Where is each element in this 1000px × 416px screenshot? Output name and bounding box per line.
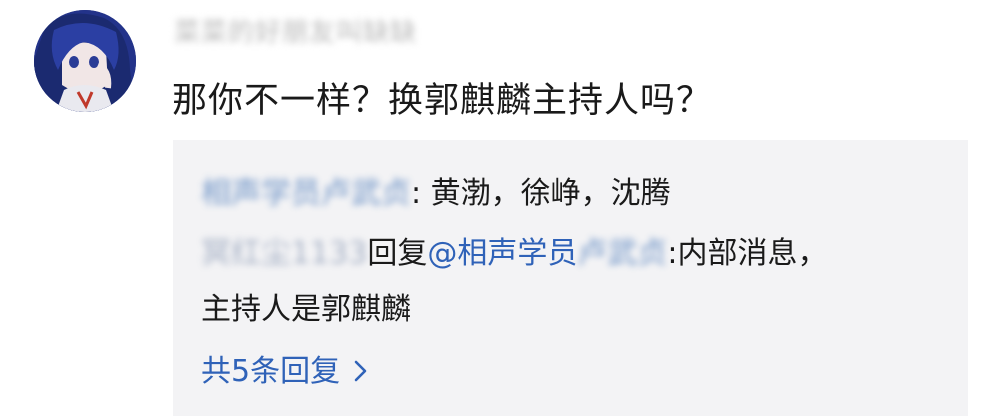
reply-separator: : — [411, 176, 422, 211]
reply-author[interactable]: 相声学员卢武贞 — [201, 176, 411, 211]
replies-panel: 相声学员卢武贞: 黄渤，徐峥，沈腾 冥红尘1133回复@相声学员卢武贞:内部消息… — [173, 140, 968, 416]
reply-text: 内部消息， — [677, 236, 828, 271]
more-replies-label: 共5条回复 — [201, 354, 341, 389]
comment-username[interactable]: 菜菜的好朋友叫缺缺 — [174, 12, 417, 49]
reply-text: 黄渤，徐峥，沈腾 — [421, 176, 671, 211]
more-replies-link[interactable]: 共5条回复 — [201, 346, 368, 390]
reply-mention[interactable]: @相声学员 — [427, 236, 577, 271]
reply-item: 相声学员卢武贞: 黄渤，徐峥，沈腾 — [201, 168, 671, 212]
reply-item: 冥红尘1133回复@相声学员卢武贞:内部消息， — [201, 228, 827, 272]
reply-separator: : — [667, 236, 678, 271]
reply-text-continued: 主持人是郭麒麟 — [201, 292, 411, 327]
reply-mention-blurred[interactable]: 卢武贞 — [577, 236, 667, 271]
reply-label: 回复 — [367, 236, 428, 271]
comment-text: 那你不一样？换郭麒麟主持人吗？ — [172, 81, 713, 121]
reply-author[interactable]: 冥红尘1133 — [201, 236, 367, 271]
comment-item: 菜菜的好朋友叫缺缺 那你不一样？换郭麒麟主持人吗？ 相声学员卢武贞: 黄渤，徐峥… — [0, 0, 1000, 416]
chevron-right-icon — [354, 356, 368, 382]
avatar[interactable] — [34, 10, 136, 112]
